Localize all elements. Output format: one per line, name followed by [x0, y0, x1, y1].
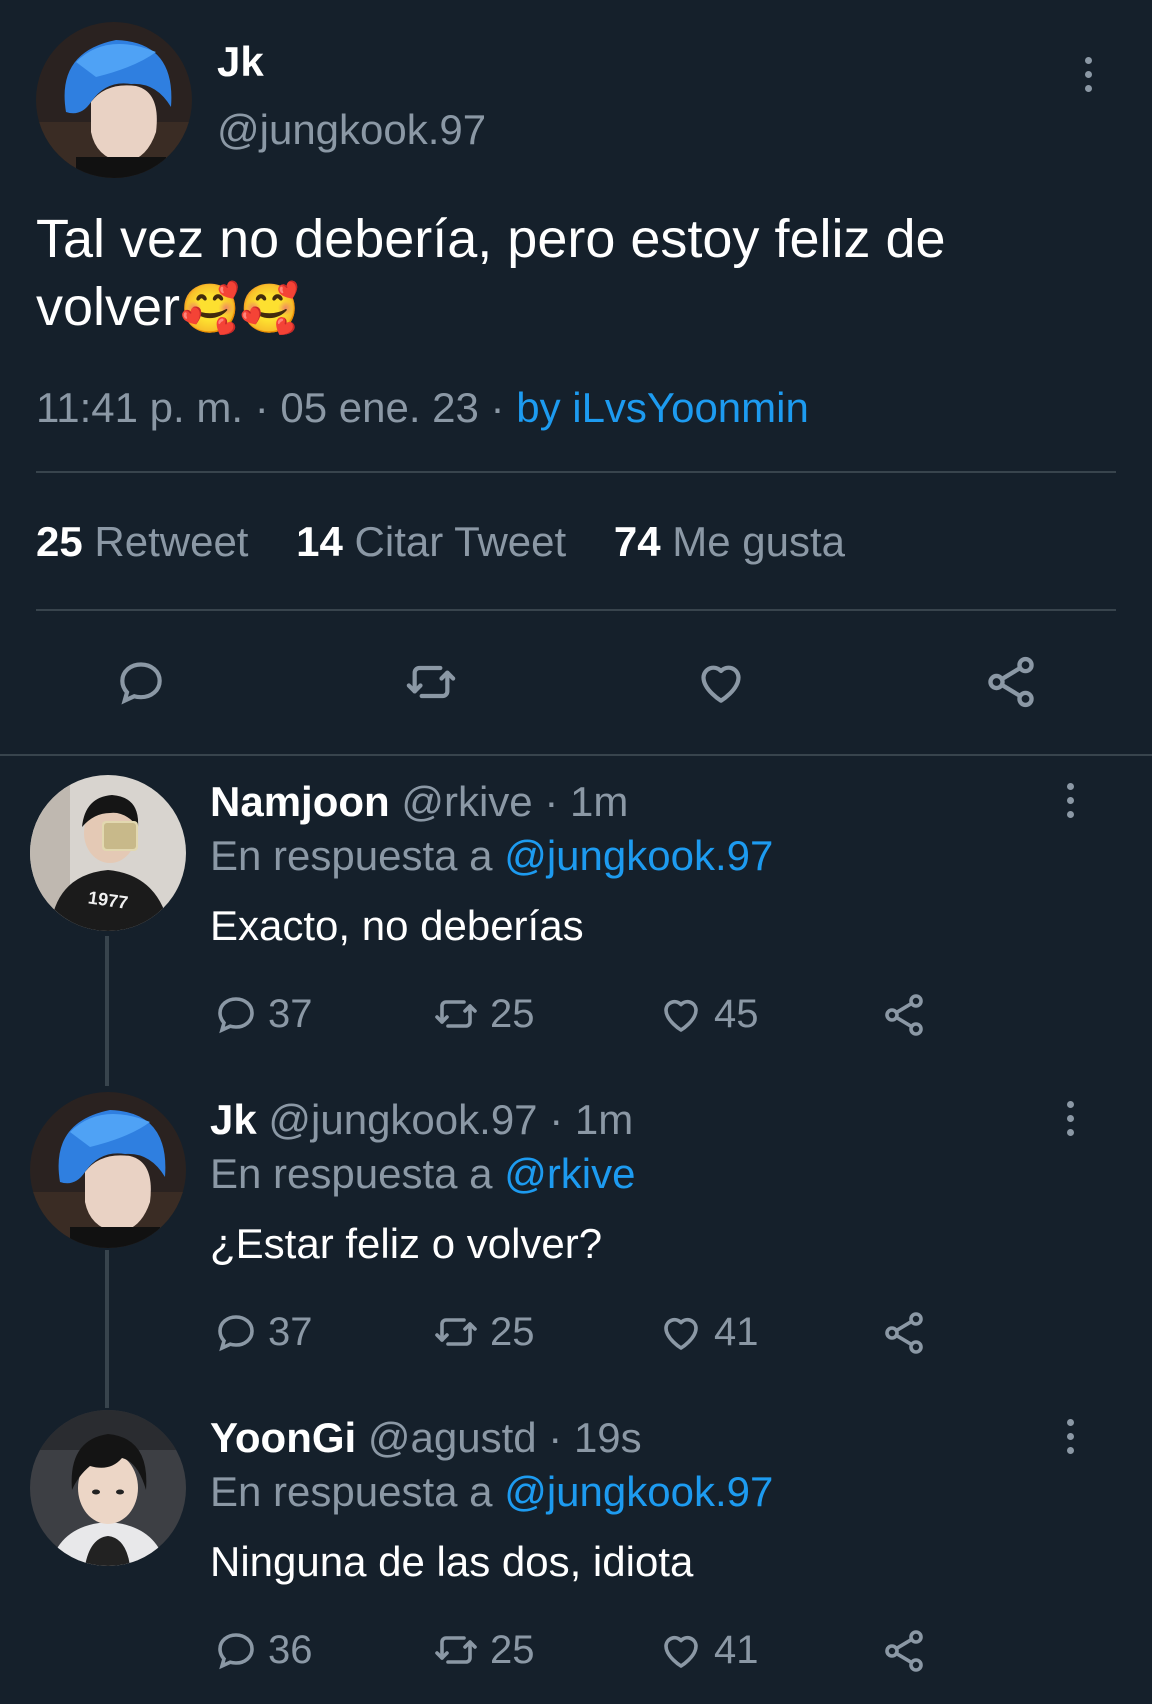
reply-count: 36: [268, 1627, 313, 1672]
smiling-face-hearts-emoji: 🥰🥰: [180, 283, 300, 336]
replying-to-link[interactable]: @rkive: [504, 1150, 635, 1197]
speech-bubble-icon: [218, 1315, 254, 1352]
heart-outline-icon: [701, 665, 741, 703]
avatar-namjoon[interactable]: 1977: [30, 775, 186, 931]
reply-count: 37: [268, 1309, 313, 1354]
share-nodes-icon: [885, 1630, 923, 1672]
reply-header: Namjoon @rkive · 1m: [210, 778, 628, 826]
likes-stat[interactable]: 74 Me gusta: [614, 518, 845, 565]
reply-header: YoonGi @agustd · 19s: [210, 1414, 642, 1462]
reply-author-handle[interactable]: @rkive: [401, 778, 532, 825]
replying-to-link[interactable]: @jungkook.97: [504, 1468, 773, 1515]
retweet-arrows-icon: [406, 665, 456, 699]
reply-header: Jk @jungkook.97 · 1m: [210, 1096, 633, 1144]
speech-bubble-icon: [218, 997, 254, 1034]
thread-line: [105, 936, 109, 1086]
reply-button[interactable]: [105, 650, 177, 714]
more-options-icon[interactable]: [1068, 44, 1108, 104]
tweet-source[interactable]: by iLvsYoonmin: [516, 384, 809, 431]
share-button[interactable]: [876, 1626, 932, 1676]
retweet-arrows-icon: [435, 1636, 477, 1664]
tweet-stats: 25 Retweet 14 Citar Tweet 74 Me gusta: [36, 518, 845, 566]
tweet-text-line2: volver🥰🥰: [36, 277, 300, 337]
divider: [36, 609, 1116, 611]
avatar-jk[interactable]: [36, 22, 192, 178]
retweet-count: 25: [490, 991, 535, 1036]
retweet-count: 25: [490, 1309, 535, 1354]
author-handle[interactable]: @jungkook.97: [217, 106, 486, 154]
reply-text: Ninguna de las dos, idiota: [210, 1538, 694, 1585]
replying-to: En respuesta a @jungkook.97: [210, 1468, 774, 1515]
replying-to: En respuesta a @rkive: [210, 1150, 636, 1197]
share-nodes-icon: [885, 994, 923, 1036]
avatar-jk[interactable]: [30, 1092, 186, 1248]
retweet-button[interactable]: [395, 650, 467, 714]
retweets-stat[interactable]: 25 Retweet: [36, 518, 248, 565]
reply-text: Exacto, no deberías: [210, 902, 584, 949]
thread-line: [105, 1250, 109, 1408]
author-name[interactable]: Jk: [217, 38, 264, 86]
reply-text: ¿Estar feliz o volver?: [210, 1220, 603, 1267]
retweet-count-button[interactable]: 25: [430, 1308, 535, 1356]
tweet-text: Tal vez no debería, pero estoy feliz de …: [36, 205, 1116, 344]
like-count-button[interactable]: 41: [656, 1308, 759, 1356]
retweet-count-button[interactable]: 25: [430, 990, 535, 1038]
heart-outline-icon: [664, 1317, 698, 1350]
reply-count: 37: [268, 991, 313, 1036]
more-options-icon[interactable]: [1050, 1088, 1090, 1148]
share-button[interactable]: [876, 1308, 932, 1358]
like-count-button[interactable]: 45: [656, 990, 759, 1038]
reply-author-name[interactable]: Jk: [210, 1096, 257, 1143]
reply-time[interactable]: · 1m: [549, 1096, 633, 1143]
divider: [0, 754, 1152, 756]
divider: [36, 471, 1116, 473]
reply-count-button[interactable]: 37: [212, 990, 313, 1038]
quotes-stat[interactable]: 14 Citar Tweet: [296, 518, 566, 565]
tweet-meta: 11:41 p. m. · 05 ene. 23 · by iLvsYoonmi…: [36, 384, 809, 432]
more-options-icon[interactable]: [1050, 1406, 1090, 1466]
reply-author-name[interactable]: Namjoon: [210, 778, 390, 825]
reply-time[interactable]: · 19s: [548, 1414, 641, 1461]
avatar-yoongi[interactable]: [30, 1410, 186, 1566]
tweet-time[interactable]: 11:41 p. m.: [36, 384, 243, 431]
share-nodes-icon: [988, 656, 1034, 708]
heart-outline-icon: [664, 1635, 698, 1668]
like-count: 41: [714, 1309, 759, 1354]
retweet-arrows-icon: [435, 1318, 477, 1346]
meta-sep: ·: [254, 384, 269, 431]
like-count-button[interactable]: 41: [656, 1626, 759, 1674]
reply-author-handle[interactable]: @agustd: [368, 1414, 537, 1461]
replying-to-link[interactable]: @jungkook.97: [504, 832, 773, 879]
tweet-date[interactable]: 05 ene. 23: [280, 384, 479, 431]
reply-count-button[interactable]: 36: [212, 1626, 313, 1674]
speech-bubble-icon: [218, 1633, 254, 1670]
reply-time[interactable]: · 1m: [544, 778, 628, 825]
share-button[interactable]: [975, 650, 1047, 714]
like-count: 45: [714, 991, 759, 1036]
reply-author-name[interactable]: YoonGi: [210, 1414, 356, 1461]
share-button[interactable]: [876, 990, 932, 1040]
more-options-icon[interactable]: [1050, 770, 1090, 830]
like-button[interactable]: [685, 650, 757, 714]
tweet-text-line1: Tal vez no debería, pero estoy feliz de: [36, 209, 946, 269]
reply-count-button[interactable]: 37: [212, 1308, 313, 1356]
heart-outline-icon: [664, 999, 698, 1032]
retweet-arrows-icon: [435, 1000, 477, 1028]
share-nodes-icon: [885, 1312, 923, 1354]
reply-author-handle[interactable]: @jungkook.97: [268, 1096, 537, 1143]
replying-to: En respuesta a @jungkook.97: [210, 832, 774, 879]
like-count: 41: [714, 1627, 759, 1672]
retweet-count-button[interactable]: 25: [430, 1626, 535, 1674]
retweet-count: 25: [490, 1627, 535, 1672]
meta-sep: ·: [490, 384, 505, 431]
speech-bubble-icon: [120, 662, 162, 705]
